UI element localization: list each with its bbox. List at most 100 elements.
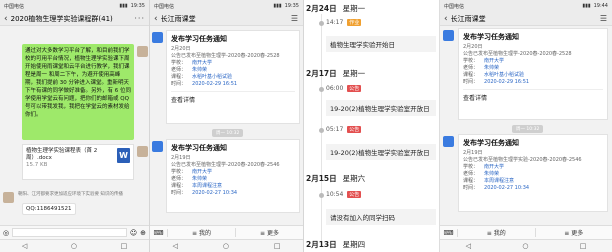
card-title: 发布学习任务通知 <box>171 35 227 43</box>
nav-recent-icon[interactable]: □ <box>274 242 281 250</box>
back-icon[interactable]: ‹ <box>4 14 8 24</box>
timeline-entry[interactable]: 19-20(2)植物生理学实验室开放日 <box>326 144 436 160</box>
back-icon[interactable]: ‹ <box>154 14 158 24</box>
teacher-row: 老师： 朱帅荣 <box>171 176 208 182</box>
card-title: 发布学习任务通知 <box>463 139 519 147</box>
phone-group-chat: 中国电信 ▮▮▮ 19:35 ‹ 2020植物生理学实验课程群(41) ··· 通… <box>0 0 150 252</box>
school-row: 学校： 南开大学 <box>171 169 213 175</box>
notice-badge: 公告 <box>347 85 362 92</box>
nav-home-icon[interactable]: ○ <box>223 242 229 250</box>
date-header: 2月17日 星期一 <box>306 69 366 78</box>
plus-icon[interactable]: ⊕ <box>140 229 146 237</box>
timeline-entry[interactable]: 19-20(2)植物生理学实验室开放日 <box>326 100 436 116</box>
qq-message[interactable]: QQ:1186491521 <box>22 203 76 215</box>
course-row: 课程： 水稻叶基小稻试验 <box>171 74 233 80</box>
card-desc: 公告已发布至植物生理学-2020春-2020春-2528 <box>171 53 280 59</box>
more-icon[interactable]: ··· <box>134 14 145 23</box>
entry-time: 06:00 公告 <box>326 85 362 92</box>
notice-text: 朝阳、江河都要求更加适应环境下实验要 知识的传播 <box>18 192 123 197</box>
school-row: 学校： 南开大学 <box>171 60 213 66</box>
nav-recent-icon[interactable]: □ <box>580 242 587 250</box>
menu-tab-more[interactable]: ≡ 更多 <box>536 228 612 237</box>
notice-badge: 公告 <box>347 126 362 133</box>
avatar[interactable] <box>443 30 454 41</box>
file-message[interactable]: 植物生理学实验课程表（首 2 周）.docx 15.7 KB W <box>22 144 134 180</box>
menu-tab-more[interactable]: ≡ 更多 <box>236 228 303 237</box>
account-header: ‹ 长江雨课堂 ☰ <box>150 12 303 26</box>
chat-header: ‹ 2020植物生理学实验课程群(41) ··· <box>0 12 149 26</box>
time-row: 时间： 2020-02-29 16:51 <box>171 81 238 87</box>
android-nav-bar: ◁ ○ □ <box>150 239 303 252</box>
course-row: 课程： 水稻叶基小稻试验 <box>463 72 525 78</box>
status-bar: 中国电信 ▮▮▮ 19:35 <box>150 0 303 12</box>
timeline-dot <box>319 128 324 133</box>
card-date: 2月19日 <box>171 155 191 161</box>
signal-icon: ▮▮▮ <box>582 3 591 9</box>
profile-icon[interactable]: ☰ <box>600 14 608 23</box>
timeline-dot <box>319 193 324 198</box>
date-header: 2月15日 星期六 <box>306 174 366 183</box>
voice-icon[interactable]: ◎ <box>3 229 9 237</box>
message-input[interactable] <box>12 228 127 237</box>
status-bar: 中国电信 ▮▮▮ 19:44 <box>440 0 612 12</box>
chat-title: 2020植物生理学实验课程群(41) <box>10 14 113 23</box>
school-row: 学校： 南开大学 <box>463 164 505 170</box>
avatar[interactable] <box>137 46 148 57</box>
nav-back-icon[interactable]: ◁ <box>172 242 177 250</box>
back-icon[interactable]: ‹ <box>444 14 448 24</box>
time-row: 时间： 2020-02-27 10:34 <box>171 190 238 196</box>
avatar[interactable] <box>3 192 14 203</box>
android-nav-bar: ◁ ○ □ <box>0 239 149 252</box>
entry-time: 05:17 公告 <box>326 126 362 133</box>
message-bubble[interactable]: 通过对大多数学习平台了解，和目前我们学校的可用平台情况，植物生理学实验课下周开始… <box>22 44 134 140</box>
menu-tab-mine[interactable]: ≡ 我的 <box>458 228 536 237</box>
task-notice-card[interactable]: 发布学习任务通知 2月20日 公告已发布至植物生理学-2020春-2020春-2… <box>166 30 300 124</box>
menu-tab-mine[interactable]: ≡ 我的 <box>168 228 236 237</box>
avatar[interactable] <box>443 136 454 147</box>
account-title: 长江雨课堂 <box>160 14 196 23</box>
account-header: ‹ 长江雨课堂 ☰ <box>440 12 612 26</box>
phone-yuketang-2: 中国电信 ▮▮▮ 19:44 ‹ 长江雨课堂 ☰ 发布学习任务通知 2月20日 公… <box>440 0 612 252</box>
teacher-row: 老师： 朱帅荣 <box>463 65 500 71</box>
timeline-dot <box>319 87 324 92</box>
account-menu-bar: ⌨ ≡ 我的 ≡ 更多 <box>440 225 612 239</box>
card-desc: 公告已发布至植物生理学-2020春-2020春-2528 <box>463 51 572 57</box>
nav-back-icon[interactable]: ◁ <box>22 242 27 250</box>
task-notice-card[interactable]: 发布学习任务通知 2月19日 公告已发布至植物生理学实验-2020春-2020春… <box>458 134 608 212</box>
keyboard-icon[interactable]: ⌨ <box>150 228 168 237</box>
time-row: 时间： 2020-02-27 10:34 <box>463 185 530 191</box>
view-details-link[interactable]: 查看详情 <box>171 91 295 104</box>
notice-badge: 公告 <box>347 191 362 198</box>
task-notice-card[interactable]: 发布学习任务通知 2月19日 公告已发布至植物生理学-2020春-2020春-2… <box>166 139 300 213</box>
nav-recent-icon[interactable]: □ <box>121 242 128 250</box>
profile-icon[interactable]: ☰ <box>291 14 299 23</box>
course-row: 课程： 本周课程注意 <box>463 178 515 184</box>
android-nav-bar: ◁ ○ □ <box>440 239 612 252</box>
emoji-icon[interactable]: ☺ <box>130 229 137 237</box>
avatar[interactable] <box>152 32 163 43</box>
avatar[interactable] <box>152 141 163 152</box>
teacher-row: 老师： 朱帅荣 <box>171 67 208 73</box>
keyboard-icon[interactable]: ⌨ <box>440 228 458 237</box>
card-title: 发布学习任务通知 <box>463 33 519 41</box>
clock-label: 19:44 <box>593 3 608 9</box>
nav-home-icon[interactable]: ○ <box>71 242 77 250</box>
view-details-link[interactable]: 查看详情 <box>463 89 603 102</box>
course-row: 课程： 本周课程注意 <box>171 183 223 189</box>
card-desc: 公告已发布至植物生理学实验-2020春-2020春-2546 <box>463 157 582 163</box>
timeline-entry[interactable]: 植物生理学实验开始日 <box>326 36 436 52</box>
timeline-entry[interactable]: 请没有加入的同学扫码 <box>326 209 436 225</box>
file-name: 植物生理学实验课程表（首 2 周）.docx <box>26 148 98 161</box>
carrier-label: 中国电信 <box>444 3 465 10</box>
card-desc: 公告已发布至植物生理学-2020春-2020春-2546 <box>171 162 280 168</box>
avatar[interactable] <box>137 146 148 157</box>
status-bar: 中国电信 ▮▮▮ 19:35 <box>0 0 149 12</box>
clock-label: 19:35 <box>130 3 145 9</box>
task-notice-card[interactable]: 发布学习任务通知 2月20日 公告已发布至植物生理学-2020春-2020春-2… <box>458 28 608 120</box>
file-size: 15.7 KB <box>26 162 48 168</box>
card-date: 2月19日 <box>463 150 483 156</box>
nav-home-icon[interactable]: ○ <box>522 242 528 250</box>
nav-back-icon[interactable]: ◁ <box>466 242 471 250</box>
timeline-feed: 2月24日 星期一 14:17 作业 植物生理学实验开始日 2月17日 星期一 06:… <box>304 0 440 252</box>
time-separator: 周一 10:32 <box>512 125 544 133</box>
